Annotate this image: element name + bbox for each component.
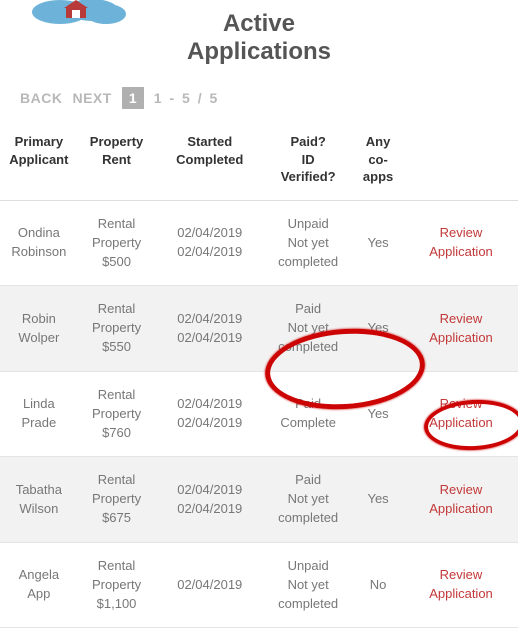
title-line1: Active — [223, 10, 295, 37]
review-application-link[interactable]: ReviewApplication — [429, 482, 493, 516]
cell-started: 02/04/201902/04/2019 — [155, 371, 264, 457]
cell-paid: PaidNot yetcompleted — [264, 286, 352, 372]
table-row: TabathaWilsonRentalProperty$67502/04/201… — [0, 457, 518, 543]
col-header-started: Started Completed — [155, 123, 264, 200]
table-row: RobinWolperRentalProperty$55002/04/20190… — [0, 286, 518, 372]
cell-coapps: Yes — [352, 371, 404, 457]
applications-table: Primary Applicant Property Rent Started … — [0, 123, 518, 628]
cell-coapps: Yes — [352, 200, 404, 286]
col-header-action — [404, 123, 518, 200]
col-header-paid: Paid? ID Verified? — [264, 123, 352, 200]
cell-paid: UnpaidNot yetcompleted — [264, 200, 352, 286]
cell-started: 02/04/201902/04/2019 — [155, 200, 264, 286]
cell-coapps: Yes — [352, 286, 404, 372]
cell-applicant: RobinWolper — [0, 286, 78, 372]
table-row: LindaPradeRentalProperty$76002/04/201902… — [0, 371, 518, 457]
cell-paid: UnpaidNot yetcompleted — [264, 542, 352, 628]
col-header-property: Property Rent — [78, 123, 156, 200]
cell-property: RentalProperty$500 — [78, 200, 156, 286]
pagination-bar: BACK NEXT 1 1 - 5 / 5 — [0, 73, 518, 123]
cell-paid: PaidComplete — [264, 371, 352, 457]
page-header: Active Applications — [0, 0, 518, 73]
cell-action: ReviewApplication — [404, 200, 518, 286]
col-header-coapps: Any co- apps — [352, 123, 404, 200]
review-application-link[interactable]: ReviewApplication — [429, 396, 493, 430]
review-application-link[interactable]: ReviewApplication — [429, 311, 493, 345]
review-application-link[interactable]: ReviewApplication — [429, 567, 493, 601]
cell-property: RentalProperty$1,100 — [78, 542, 156, 628]
cell-action: ReviewApplication — [404, 371, 518, 457]
cell-started: 02/04/201902/04/2019 — [155, 457, 264, 543]
review-application-link[interactable]: ReviewApplication — [429, 225, 493, 259]
cell-coapps: Yes — [352, 457, 404, 543]
cell-property: RentalProperty$760 — [78, 371, 156, 457]
cell-property: RentalProperty$550 — [78, 286, 156, 372]
pagination-range: 1 - 5 / 5 — [154, 90, 219, 106]
cell-started: 02/04/2019 — [155, 542, 264, 628]
pagination-page-1[interactable]: 1 — [122, 87, 144, 109]
logo-icon — [20, 0, 130, 35]
table-row: OndinaRobinsonRentalProperty$50002/04/20… — [0, 200, 518, 286]
col-header-applicant: Primary Applicant — [0, 123, 78, 200]
cell-paid: PaidNot yetcompleted — [264, 457, 352, 543]
cell-applicant: TabathaWilson — [0, 457, 78, 543]
title-line2: Applications — [187, 38, 331, 65]
cell-applicant: LindaPrade — [0, 371, 78, 457]
cell-action: ReviewApplication — [404, 286, 518, 372]
cell-action: ReviewApplication — [404, 542, 518, 628]
cell-applicant: AngelaApp — [0, 542, 78, 628]
cell-started: 02/04/201902/04/2019 — [155, 286, 264, 372]
pagination-back[interactable]: BACK — [20, 90, 62, 106]
pagination-next[interactable]: NEXT — [72, 90, 111, 106]
table-header-row: Primary Applicant Property Rent Started … — [0, 123, 518, 200]
table-row: AngelaAppRentalProperty$1,10002/04/2019U… — [0, 542, 518, 628]
cell-property: RentalProperty$675 — [78, 457, 156, 543]
cell-coapps: No — [352, 542, 404, 628]
cell-action: ReviewApplication — [404, 457, 518, 543]
cell-applicant: OndinaRobinson — [0, 200, 78, 286]
